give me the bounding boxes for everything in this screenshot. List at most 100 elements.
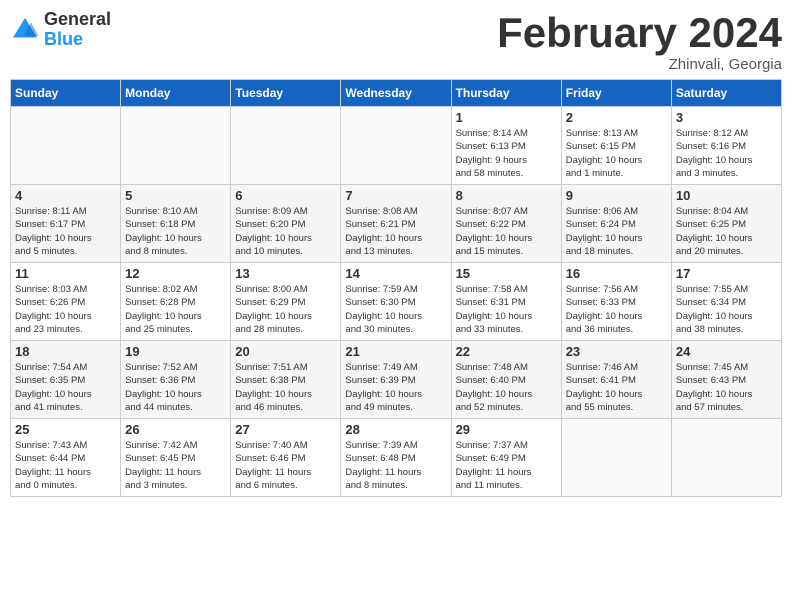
calendar-cell: 16 Sunrise: 7:56 AM Sunset: 6:33 PM Dayli… (561, 263, 671, 341)
day-info: Sunrise: 8:13 AM Sunset: 6:15 PM Dayligh… (566, 127, 667, 180)
calendar-cell: 21 Sunrise: 7:49 AM Sunset: 6:39 PM Dayli… (341, 341, 451, 419)
week-row-1: 1 Sunrise: 8:14 AM Sunset: 6:13 PM Daylig… (11, 107, 782, 185)
calendar-cell (671, 419, 781, 497)
day-number: 6 (235, 188, 336, 203)
day-number: 19 (125, 344, 226, 359)
day-number: 18 (15, 344, 116, 359)
weekday-header-sunday: Sunday (11, 80, 121, 107)
day-info: Sunrise: 8:00 AM Sunset: 6:29 PM Dayligh… (235, 283, 336, 336)
calendar-cell: 14Sunrise: 7:59 AM Sunset: 6:30 PM Dayli… (341, 263, 451, 341)
day-info: Sunrise: 7:58 AM Sunset: 6:31 PM Dayligh… (456, 283, 557, 336)
day-info: Sunrise: 8:07 AM Sunset: 6:22 PM Dayligh… (456, 205, 557, 258)
calendar-cell: 23 Sunrise: 7:46 AM Sunset: 6:41 PM Dayli… (561, 341, 671, 419)
calendar-cell (121, 107, 231, 185)
day-info: Sunrise: 7:52 AM Sunset: 6:36 PM Dayligh… (125, 361, 226, 414)
calendar-cell: 2Sunrise: 8:13 AM Sunset: 6:15 PM Daylig… (561, 107, 671, 185)
day-info: Sunrise: 8:03 AM Sunset: 6:26 PM Dayligh… (15, 283, 116, 336)
calendar-cell: 11 Sunrise: 8:03 AM Sunset: 6:26 PM Dayli… (11, 263, 121, 341)
day-number: 1 (456, 110, 557, 125)
day-number: 13 (235, 266, 336, 281)
day-number: 25 (15, 422, 116, 437)
day-number: 22 (456, 344, 557, 359)
day-info: Sunrise: 8:02 AM Sunset: 6:28 PM Dayligh… (125, 283, 226, 336)
day-info: Sunrise: 7:56 AM Sunset: 6:33 PM Dayligh… (566, 283, 667, 336)
day-info: Sunrise: 7:42 AM Sunset: 6:45 PM Dayligh… (125, 439, 226, 492)
calendar-cell: 12 Sunrise: 8:02 AM Sunset: 6:28 PM Dayli… (121, 263, 231, 341)
week-row-4: 18 Sunrise: 7:54 AM Sunset: 6:35 PM Dayli… (11, 341, 782, 419)
day-number: 10 (676, 188, 777, 203)
calendar-cell: 9 Sunrise: 8:06 AM Sunset: 6:24 PM Daylig… (561, 185, 671, 263)
calendar-cell: 26 Sunrise: 7:42 AM Sunset: 6:45 PM Dayli… (121, 419, 231, 497)
day-number: 29 (456, 422, 557, 437)
day-number: 28 (345, 422, 446, 437)
day-info: Sunrise: 8:08 AM Sunset: 6:21 PM Dayligh… (345, 205, 446, 258)
calendar-cell: 10 Sunrise: 8:04 AM Sunset: 6:25 PM Dayli… (671, 185, 781, 263)
day-number: 14 (345, 266, 446, 281)
day-info: Sunrise: 8:11 AM Sunset: 6:17 PM Dayligh… (15, 205, 116, 258)
day-info: Sunrise: 7:54 AM Sunset: 6:35 PM Dayligh… (15, 361, 116, 414)
calendar-cell: 8Sunrise: 8:07 AM Sunset: 6:22 PM Daylig… (451, 185, 561, 263)
calendar-cell: 4 Sunrise: 8:11 AM Sunset: 6:17 PM Daylig… (11, 185, 121, 263)
day-info: Sunrise: 7:45 AM Sunset: 6:43 PM Dayligh… (676, 361, 777, 414)
calendar-cell: 5Sunrise: 8:10 AM Sunset: 6:18 PM Daylig… (121, 185, 231, 263)
day-info: Sunrise: 7:37 AM Sunset: 6:49 PM Dayligh… (456, 439, 557, 492)
day-number: 4 (15, 188, 116, 203)
day-number: 11 (15, 266, 116, 281)
calendar-cell: 17 Sunrise: 7:55 AM Sunset: 6:34 PM Dayli… (671, 263, 781, 341)
calendar-cell (561, 419, 671, 497)
weekday-header-row: SundayMondayTuesdayWednesdayThursdayFrid… (11, 80, 782, 107)
calendar-cell: 19 Sunrise: 7:52 AM Sunset: 6:36 PM Dayli… (121, 341, 231, 419)
calendar-cell: 18 Sunrise: 7:54 AM Sunset: 6:35 PM Dayli… (11, 341, 121, 419)
logo-general-text: General (44, 10, 111, 30)
weekday-header-friday: Friday (561, 80, 671, 107)
day-number: 20 (235, 344, 336, 359)
day-info: Sunrise: 8:12 AM Sunset: 6:16 PM Dayligh… (676, 127, 777, 180)
calendar-cell: 3 Sunrise: 8:12 AM Sunset: 6:16 PM Daylig… (671, 107, 781, 185)
day-number: 9 (566, 188, 667, 203)
day-info: Sunrise: 8:06 AM Sunset: 6:24 PM Dayligh… (566, 205, 667, 258)
calendar-cell: 28 Sunrise: 7:39 AM Sunset: 6:48 PM Dayli… (341, 419, 451, 497)
page-header: General Blue February 2024 Zhinvali, Geo… (10, 10, 782, 73)
week-row-5: 25Sunrise: 7:43 AM Sunset: 6:44 PM Dayli… (11, 419, 782, 497)
day-number: 21 (345, 344, 446, 359)
calendar-cell: 13 Sunrise: 8:00 AM Sunset: 6:29 PM Dayli… (231, 263, 341, 341)
day-info: Sunrise: 7:39 AM Sunset: 6:48 PM Dayligh… (345, 439, 446, 492)
calendar-cell: 7 Sunrise: 8:08 AM Sunset: 6:21 PM Daylig… (341, 185, 451, 263)
weekday-header-thursday: Thursday (451, 80, 561, 107)
calendar-cell: 6Sunrise: 8:09 AM Sunset: 6:20 PM Daylig… (231, 185, 341, 263)
day-number: 5 (125, 188, 226, 203)
day-number: 17 (676, 266, 777, 281)
weekday-header-wednesday: Wednesday (341, 80, 451, 107)
day-info: Sunrise: 7:46 AM Sunset: 6:41 PM Dayligh… (566, 361, 667, 414)
weekday-header-monday: Monday (121, 80, 231, 107)
location-subtitle: Zhinvali, Georgia (497, 56, 782, 73)
day-info: Sunrise: 8:04 AM Sunset: 6:25 PM Dayligh… (676, 205, 777, 258)
calendar-table: SundayMondayTuesdayWednesdayThursdayFrid… (10, 79, 782, 497)
month-title: February 2024 (497, 10, 782, 56)
title-area: February 2024 Zhinvali, Georgia (497, 10, 782, 73)
calendar-cell (231, 107, 341, 185)
week-row-3: 11 Sunrise: 8:03 AM Sunset: 6:26 PM Dayli… (11, 263, 782, 341)
logo-icon (10, 15, 40, 45)
day-number: 23 (566, 344, 667, 359)
day-info: Sunrise: 8:14 AM Sunset: 6:13 PM Dayligh… (456, 127, 557, 180)
calendar-cell: 20Sunrise: 7:51 AM Sunset: 6:38 PM Dayli… (231, 341, 341, 419)
calendar-cell (11, 107, 121, 185)
calendar-cell: 24Sunrise: 7:45 AM Sunset: 6:43 PM Dayli… (671, 341, 781, 419)
logo: General Blue (10, 10, 111, 50)
day-number: 27 (235, 422, 336, 437)
day-number: 3 (676, 110, 777, 125)
day-number: 16 (566, 266, 667, 281)
logo-blue-text: Blue (44, 30, 111, 50)
day-info: Sunrise: 7:49 AM Sunset: 6:39 PM Dayligh… (345, 361, 446, 414)
weekday-header-saturday: Saturday (671, 80, 781, 107)
day-number: 12 (125, 266, 226, 281)
week-row-2: 4 Sunrise: 8:11 AM Sunset: 6:17 PM Daylig… (11, 185, 782, 263)
calendar-cell: 29 Sunrise: 7:37 AM Sunset: 6:49 PM Dayli… (451, 419, 561, 497)
day-number: 7 (345, 188, 446, 203)
calendar-cell: 15Sunrise: 7:58 AM Sunset: 6:31 PM Dayli… (451, 263, 561, 341)
weekday-header-tuesday: Tuesday (231, 80, 341, 107)
calendar-cell: 25Sunrise: 7:43 AM Sunset: 6:44 PM Dayli… (11, 419, 121, 497)
day-number: 26 (125, 422, 226, 437)
day-info: Sunrise: 7:55 AM Sunset: 6:34 PM Dayligh… (676, 283, 777, 336)
